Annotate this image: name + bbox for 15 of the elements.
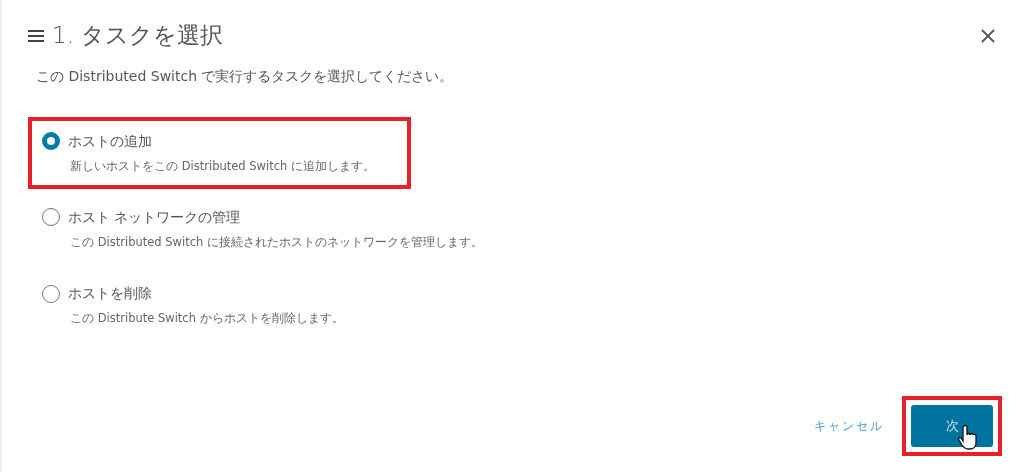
dialog-title: 1. タスクを選択 [52, 22, 224, 50]
option-description: この Distribute Switch からホストを削除します。 [70, 310, 345, 328]
close-icon[interactable] [981, 28, 995, 43]
next-button[interactable]: 次 [911, 405, 993, 447]
radio-button[interactable] [42, 284, 60, 303]
option-description: 新しいホストをこの Distributed Switch に追加します。 [70, 157, 376, 175]
option-label[interactable]: ホスト ネットワークの管理 [68, 206, 241, 228]
option-description: この Distributed Switch に接続されたホストのネットワークを管理します。 [70, 233, 483, 251]
hand-cursor-icon [958, 424, 978, 450]
radio-button[interactable] [42, 132, 60, 151]
instruction-text: この Distributed Switch で実行するタスクを選択してください。 [36, 66, 455, 86]
option-label[interactable]: ホストの追加 [68, 130, 152, 152]
menu-icon[interactable] [28, 29, 44, 42]
option-label[interactable]: ホストを削除 [68, 283, 152, 305]
radio-button[interactable] [42, 208, 60, 227]
